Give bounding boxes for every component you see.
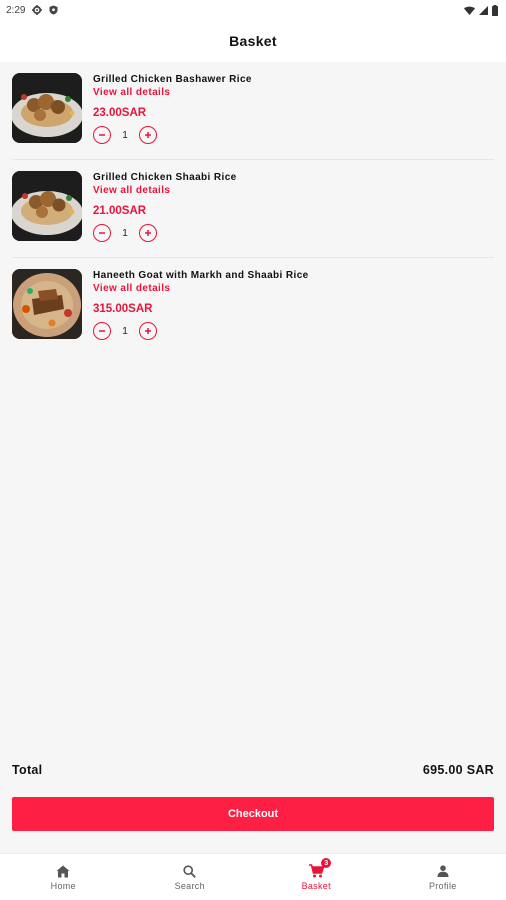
item-name: Grilled Chicken Bashawer Rice [93, 74, 252, 85]
basket-count-badge: 3 [321, 858, 332, 868]
page-title: Basket [229, 33, 277, 49]
item-info: Grilled Chicken Bashawer Rice View all d… [93, 73, 494, 145]
item-price: 315.00SAR [93, 303, 153, 315]
plus-icon [145, 328, 151, 334]
increase-quantity-button[interactable] [139, 322, 157, 340]
increase-quantity-button[interactable] [139, 224, 157, 242]
status-right [464, 4, 498, 16]
item-name: Haneeth Goat with Markh and Shaabi Rice [93, 270, 309, 281]
decrease-quantity-button[interactable] [93, 224, 111, 242]
plus-icon [145, 132, 151, 138]
nav-label: Home [50, 881, 76, 891]
person-icon [437, 865, 449, 877]
total-label: Total [12, 763, 43, 777]
item-image-chicken-rice[interactable] [12, 73, 82, 143]
checkout-button[interactable]: Checkout [12, 797, 494, 831]
bottom-navigation: Home Search 3 Basket Profile [0, 853, 506, 900]
nav-item-home[interactable]: Home [0, 854, 127, 900]
total-value: 695.00 SAR [422, 763, 494, 777]
nav-label: Search [174, 881, 205, 891]
minus-icon [99, 232, 105, 234]
decrease-quantity-button[interactable] [93, 322, 111, 340]
view-details-link[interactable]: View all details [93, 86, 494, 99]
home-icon [56, 865, 70, 877]
signal-icon [479, 5, 488, 15]
nav-item-profile[interactable]: Profile [380, 854, 506, 900]
basket-item: Haneeth Goat with Markh and Shaabi Rice … [12, 258, 494, 356]
item-price: 23.00SAR [93, 107, 147, 119]
gear-icon [32, 5, 43, 15]
basket-list: Grilled Chicken Bashawer Rice View all d… [0, 62, 506, 356]
decrease-quantity-button[interactable] [93, 126, 111, 144]
status-left: 2:29 [6, 5, 58, 16]
nav-item-search[interactable]: Search [127, 854, 254, 900]
item-name: Grilled Chicken Shaabi Rice [93, 172, 237, 183]
status-time: 2:29 [6, 4, 26, 16]
item-info: Grilled Chicken Shaabi Rice View all det… [93, 171, 494, 243]
increase-quantity-button[interactable] [139, 126, 157, 144]
quantity-value: 1 [122, 129, 128, 141]
checkout-label: Checkout [227, 808, 279, 820]
plus-icon [145, 230, 151, 236]
shield-icon [49, 5, 58, 15]
search-icon [183, 864, 197, 878]
basket-item: Grilled Chicken Bashawer Rice View all d… [12, 62, 494, 160]
nav-item-basket[interactable]: 3 Basket [253, 854, 380, 900]
item-price: 21.00SAR [93, 205, 147, 217]
basket-item: Grilled Chicken Shaabi Rice View all det… [12, 160, 494, 258]
view-details-link[interactable]: View all details [93, 184, 494, 197]
item-image-chicken-rice[interactable] [12, 171, 82, 241]
quantity-value: 1 [122, 227, 128, 239]
total-row: Total 695.00 SAR [12, 763, 494, 777]
view-details-link[interactable]: View all details [93, 282, 494, 295]
item-image-goat-rice[interactable] [12, 269, 82, 339]
minus-icon [99, 134, 105, 136]
quantity-value: 1 [122, 325, 128, 337]
nav-label: Basket [301, 881, 331, 891]
item-info: Haneeth Goat with Markh and Shaabi Rice … [93, 269, 494, 341]
quantity-stepper: 1 [93, 125, 494, 145]
battery-icon [492, 4, 498, 16]
nav-label: Profile [428, 881, 457, 891]
status-bar: 2:29 [0, 0, 506, 20]
minus-icon [99, 330, 105, 332]
quantity-stepper: 1 [93, 223, 494, 243]
quantity-stepper: 1 [93, 321, 494, 341]
wifi-icon [464, 6, 475, 15]
app-bar: Basket [0, 20, 506, 62]
